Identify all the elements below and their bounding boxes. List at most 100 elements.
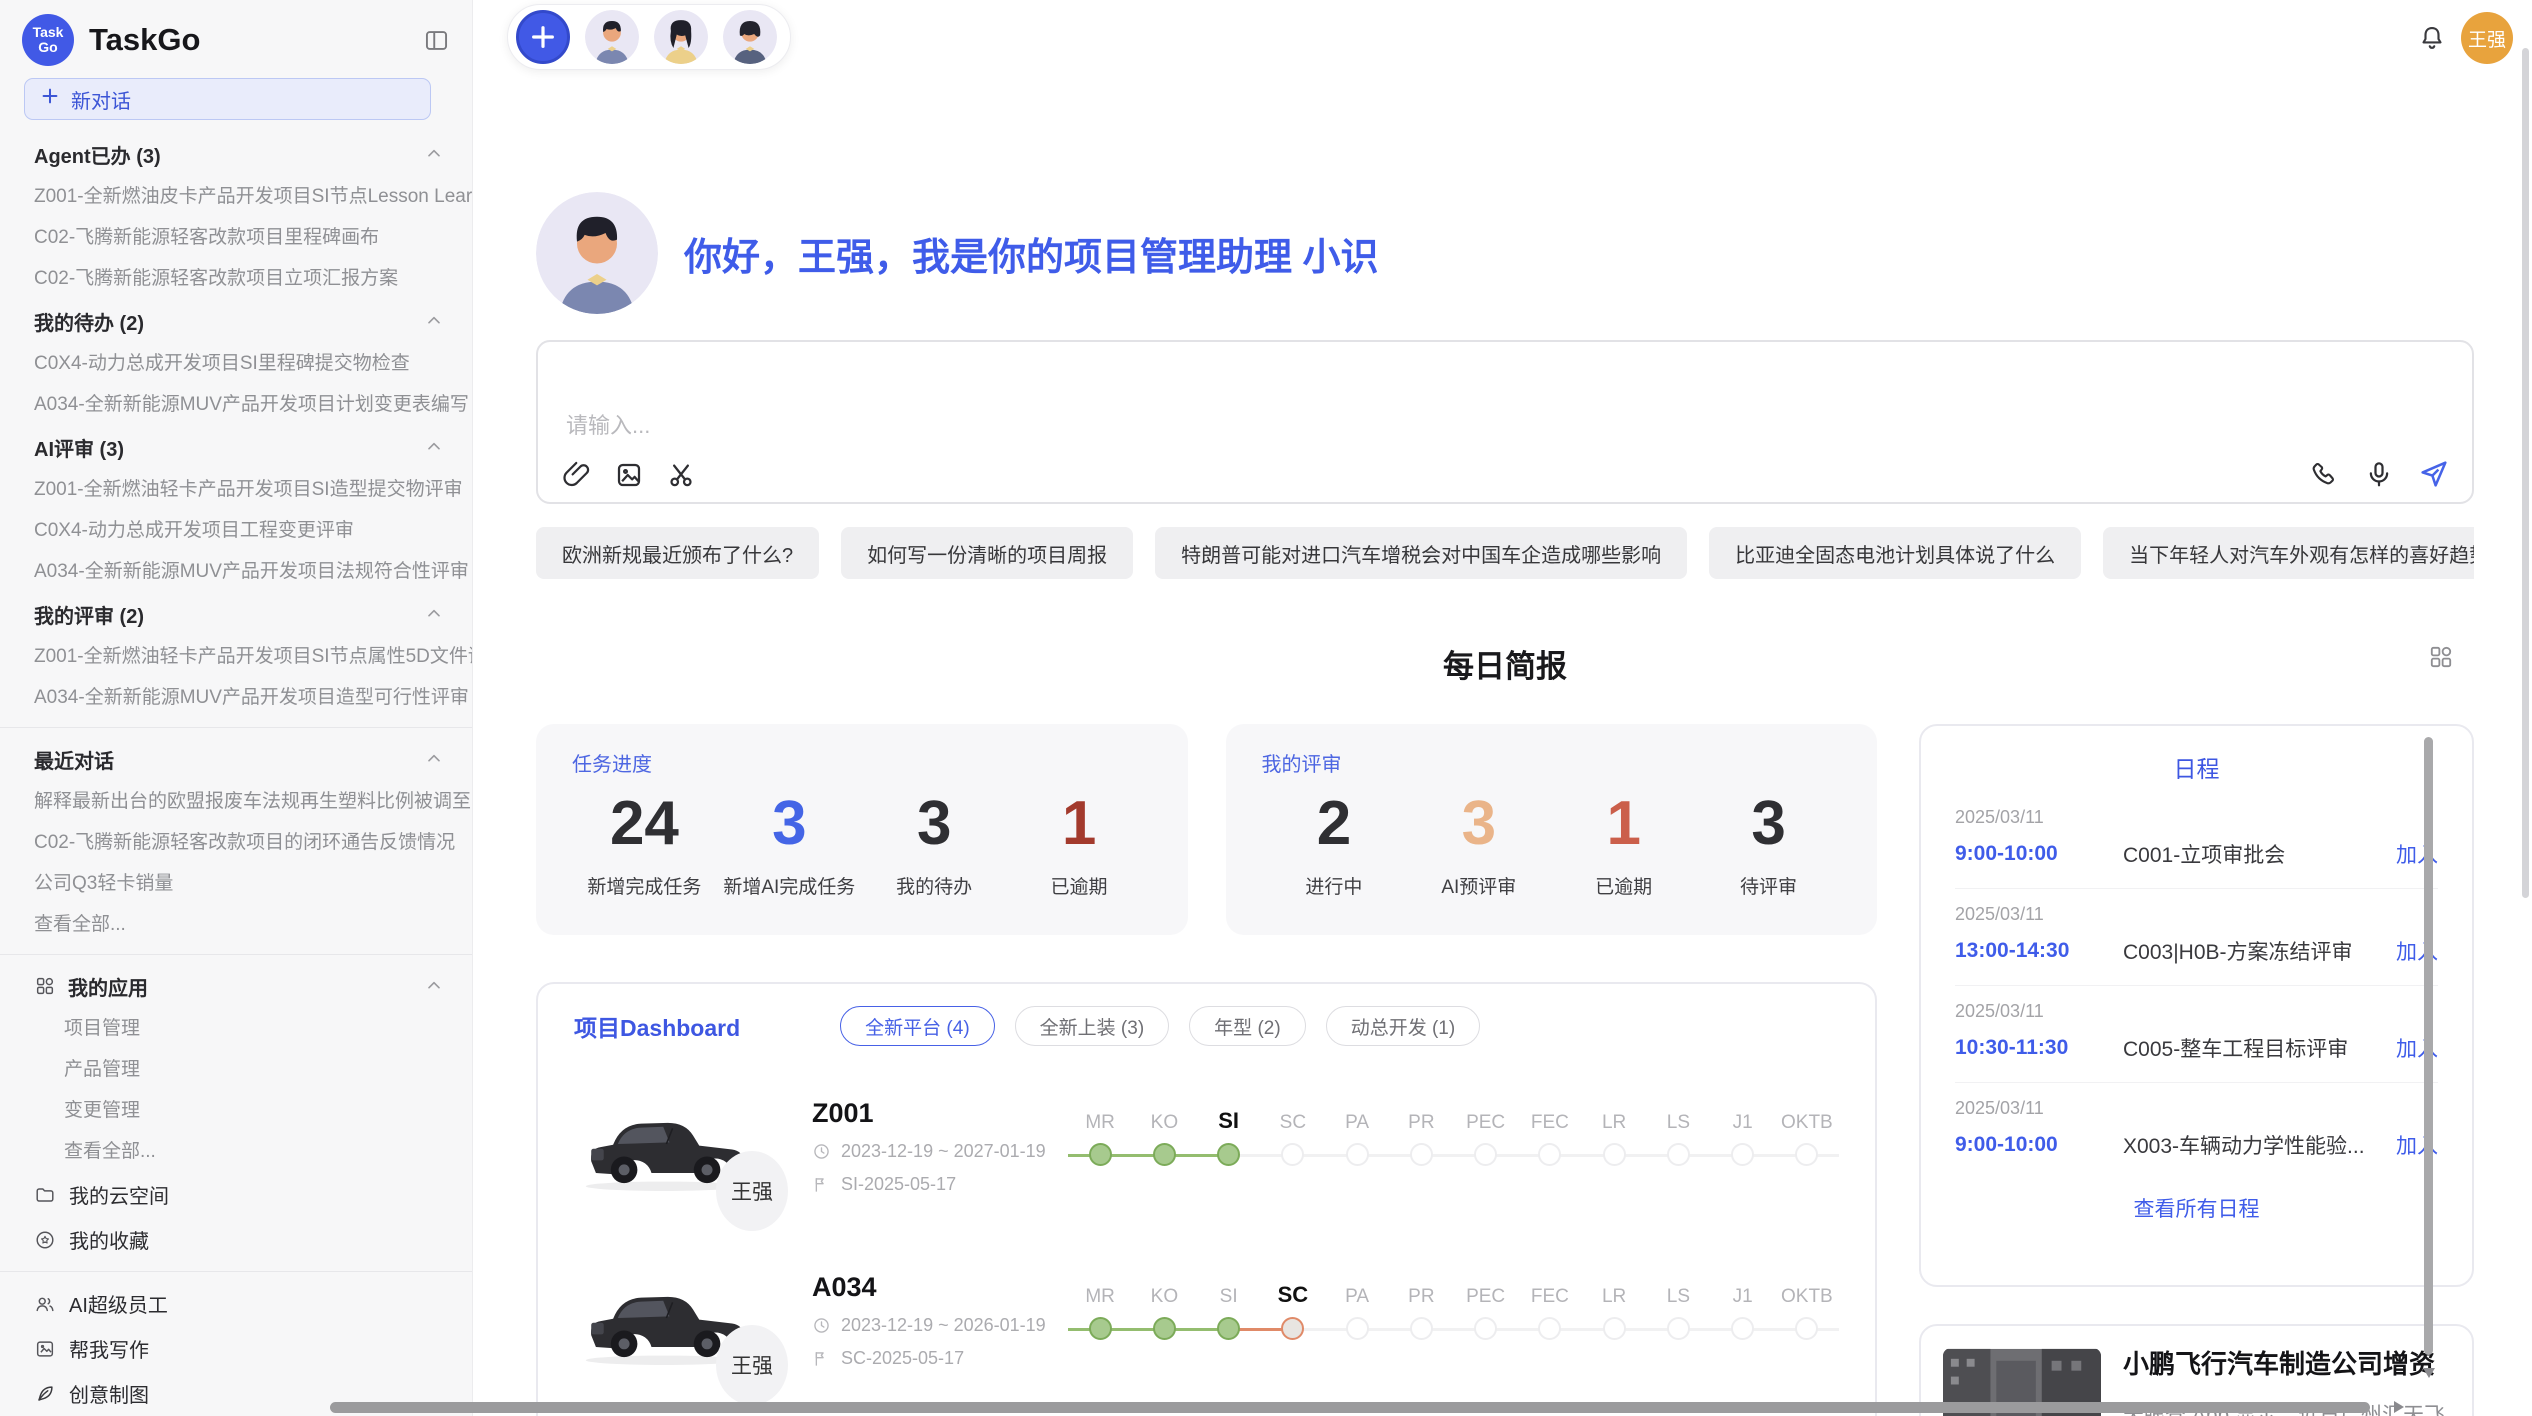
- sidebar-item[interactable]: C0X4-动力总成开发项目工程变更评审: [0, 510, 472, 551]
- stat-value: 2: [1262, 789, 1407, 858]
- dashboard-filter-chip[interactable]: 全新平台 (4): [840, 1006, 995, 1046]
- dashboard-filter-chip[interactable]: 动总开发 (1): [1326, 1006, 1481, 1046]
- schedule-date: 2025/03/11: [1955, 1098, 2438, 1119]
- dashboard-filter-chip[interactable]: 年型 (2): [1189, 1006, 1306, 1046]
- attach-image-icon[interactable]: [614, 460, 644, 490]
- app-title: TaskGo: [89, 22, 423, 58]
- stat-item: 1已逾期: [1551, 789, 1696, 899]
- sidebar-item[interactable]: 查看全部...: [0, 904, 472, 945]
- milestone-oktb: OKTB: [1775, 1096, 1839, 1196]
- daily-brief-title: 每日简报: [1443, 649, 1567, 684]
- project-row[interactable]: 王强Z0012023-12-19 ~ 2027-01-19SI-2025-05-…: [574, 1070, 1839, 1222]
- milestone-label: MR: [1085, 1096, 1115, 1134]
- page-vertical-scrollbar[interactable]: [2522, 48, 2529, 898]
- sidebar-item[interactable]: C0X4-动力总成开发项目SI里程碑提交物检查: [0, 343, 472, 384]
- schedule-time: 9:00-10:00: [1955, 1133, 2123, 1157]
- sidebar-item-label: AI超级员工: [69, 1289, 168, 1318]
- milestone-label: PEC: [1466, 1096, 1505, 1134]
- sidebar-section-header[interactable]: 我的应用: [0, 964, 472, 1008]
- sidebar-tool-write[interactable]: 帮我写作: [0, 1326, 472, 1371]
- microphone-icon[interactable]: [2364, 459, 2394, 489]
- new-chat-button[interactable]: 新对话: [24, 78, 431, 120]
- project-flag-text: SC-2025-05-17: [841, 1348, 964, 1369]
- sidebar-item[interactable]: 解释最新出台的欧盟报废车法规再生塑料比例被调至15%...: [0, 781, 472, 822]
- schedule-event-title: C003|H0B-方案冻结评审: [2123, 936, 2396, 966]
- milestone-dot: [1795, 1317, 1818, 1340]
- sidebar-item-folder[interactable]: 我的云空间: [0, 1172, 472, 1217]
- sidebar-section-header[interactable]: 我的待办 (2): [0, 299, 472, 343]
- milestone-si: SI: [1197, 1096, 1261, 1196]
- sidebar-item[interactable]: Z001-全新燃油轻卡产品开发项目SI节点属性5D文件评审: [0, 636, 472, 677]
- stat-item: 3待评审: [1696, 789, 1841, 899]
- main-area: 王强 你好，王强，我是你的项目管理助理 小识 欧: [473, 0, 2532, 1416]
- sidebar-item[interactable]: 查看全部...: [0, 1131, 472, 1172]
- suggestion-chip[interactable]: 如何写一份清晰的项目周报: [841, 527, 1133, 579]
- schedule-time: 9:00-10:00: [1955, 842, 2123, 866]
- suggestion-chip[interactable]: 欧洲新规最近颁布了什么?: [536, 527, 819, 579]
- milestone-label: LR: [1602, 1270, 1626, 1308]
- sidebar-header: Task Go TaskGo: [0, 10, 472, 74]
- sidebar-section-header[interactable]: 我的评审 (2): [0, 592, 472, 636]
- horizontal-scrollbar-thumb[interactable]: [330, 1402, 2370, 1413]
- milestone-label: FEC: [1531, 1270, 1569, 1308]
- stat-card: 我的评审2进行中3AI预评审1已逾期3待评审: [1226, 724, 1878, 935]
- milestone-dot: [1731, 1317, 1754, 1340]
- view-all-schedule-link[interactable]: 查看所有日程: [1955, 1193, 2438, 1223]
- sidebar-item-star[interactable]: 我的收藏: [0, 1217, 472, 1262]
- sidebar-section-title: 最近对话: [34, 745, 114, 774]
- milestone-label: PR: [1408, 1096, 1434, 1134]
- scroll-down-button[interactable]: [2423, 1368, 2435, 1378]
- chat-composer: [536, 340, 2474, 504]
- sidebar-tool-people[interactable]: AI超级员工: [0, 1281, 472, 1326]
- sidebar-item[interactable]: C02-飞腾新能源轻客改款项目立项汇报方案: [0, 258, 472, 299]
- project-code: A034: [812, 1272, 1062, 1303]
- suggestion-chip[interactable]: 特朗普可能对进口汽车增税会对中国车企造成哪些影响: [1155, 527, 1687, 579]
- milestone-j1: J1: [1711, 1270, 1775, 1370]
- dashboard-title: 项目Dashboard: [574, 1009, 740, 1043]
- sidebar-item[interactable]: 产品管理: [0, 1049, 472, 1090]
- milestone-label: J1: [1733, 1096, 1753, 1134]
- screenshot-scissors-icon[interactable]: [666, 460, 696, 490]
- send-icon[interactable]: [2418, 458, 2450, 490]
- sidebar-item[interactable]: 变更管理: [0, 1090, 472, 1131]
- sidebar-item[interactable]: C02-飞腾新能源轻客改款项目里程碑画布: [0, 217, 472, 258]
- milestone-dot: [1153, 1143, 1176, 1166]
- sidebar-item[interactable]: A034-全新新能源MUV产品开发项目造型可行性评审: [0, 677, 472, 718]
- sidebar-item[interactable]: C02-飞腾新能源轻客改款项目的闭环通告反馈情况: [0, 822, 472, 863]
- sidebar-item[interactable]: A034-全新新能源MUV产品开发项目法规符合性评审: [0, 551, 472, 592]
- project-code: Z001: [812, 1098, 1062, 1129]
- chevron-up-icon: [424, 604, 444, 624]
- milestone-dot: [1538, 1317, 1561, 1340]
- attach-file-icon[interactable]: [562, 460, 592, 490]
- milestone-dot: [1667, 1317, 1690, 1340]
- layout-grid-icon[interactable]: [2428, 644, 2454, 670]
- dashboard-filter-chip[interactable]: 全新上装 (3): [1015, 1006, 1170, 1046]
- suggestion-chip[interactable]: 比亚迪全固态电池计划具体说了什么: [1709, 527, 2081, 579]
- sidebar-item[interactable]: A034-全新新能源MUV产品开发项目计划变更表编写: [0, 384, 472, 425]
- scroll-right-button[interactable]: [2394, 1401, 2404, 1413]
- panel-vertical-scrollbar[interactable]: [2424, 737, 2433, 1355]
- right-column: 日程 2025/03/119:00-10:00C001-立项审批会加入2025/…: [1919, 724, 2474, 1416]
- sidebar-section-header[interactable]: Agent已办 (3): [0, 132, 472, 176]
- sidebar-item[interactable]: 项目管理: [0, 1008, 472, 1049]
- stat-label: 新增AI完成任务: [717, 872, 862, 899]
- schedule-date: 2025/03/11: [1955, 1001, 2438, 1022]
- project-row[interactable]: 王强A0342023-12-19 ~ 2026-01-19SC-2025-05-…: [574, 1244, 1839, 1396]
- sidebar-collapse-icon[interactable]: [423, 27, 450, 54]
- flag-icon: [812, 1349, 831, 1368]
- sidebar-section-header[interactable]: 最近对话: [0, 737, 472, 781]
- suggestion-chip[interactable]: 当下年轻人对汽车外观有怎样的喜好趋势: [2103, 527, 2474, 579]
- milestone-dot: [1538, 1143, 1561, 1166]
- milestone-dot: [1410, 1143, 1433, 1166]
- dashboard-filters: 全新平台 (4) 全新上装 (3) 年型 (2) 动总开发 (1): [840, 1006, 1480, 1046]
- sidebar-item[interactable]: 公司Q3轻卡销量: [0, 863, 472, 904]
- milestone-dot: [1281, 1317, 1304, 1340]
- sidebar-section-header[interactable]: AI评审 (3): [0, 425, 472, 469]
- schedule-event-title: C005-整车工程目标评审: [2123, 1033, 2396, 1063]
- milestone-nodes: MRKOSISCPAPRPECFECLRLSJ1OKTB: [1068, 1270, 1839, 1370]
- project-owner-badge: 王强: [716, 1325, 788, 1405]
- voice-call-icon[interactable]: [2310, 459, 2340, 489]
- sidebar-item[interactable]: Z001-全新燃油轻卡产品开发项目SI造型提交物评审: [0, 469, 472, 510]
- sidebar-item[interactable]: Z001-全新燃油皮卡产品开发项目SI节点Lesson Learn报告: [0, 176, 472, 217]
- chat-input[interactable]: [564, 406, 2212, 446]
